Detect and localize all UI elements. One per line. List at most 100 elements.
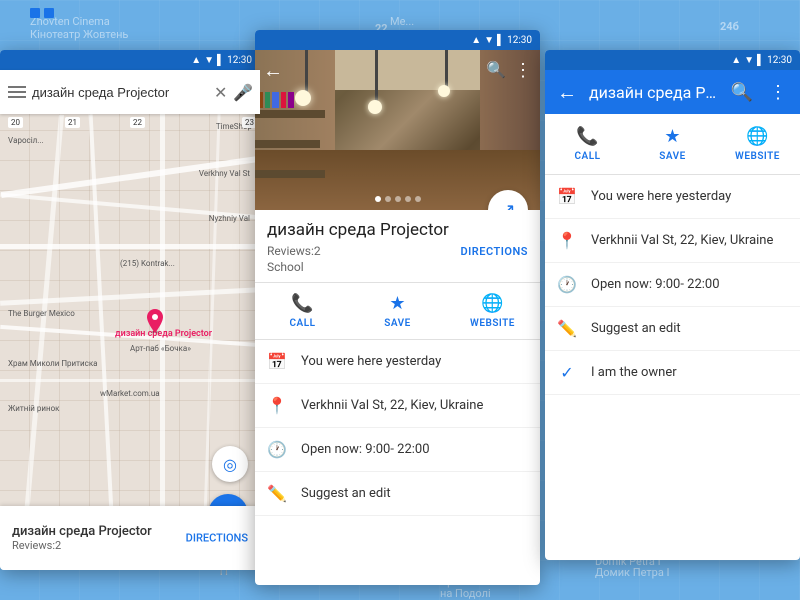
right-detail-panel: ▲ ▼ ▌ 12:30 ← дизайн среда Proj... 🔍 ⋮ 📞…	[545, 50, 800, 560]
phone-icon: 📞	[291, 293, 313, 314]
map-label-market: wMarket.com.ua	[100, 389, 160, 398]
directions-button[interactable]: DIRECTIONS	[460, 245, 528, 258]
time-display: 12:30	[507, 35, 532, 46]
clock-icon: 🕐	[267, 440, 287, 459]
detail-text-edit: Suggest an edit	[301, 486, 391, 501]
clock-icon: 🕐	[557, 275, 577, 294]
map-search-input[interactable]	[32, 76, 208, 108]
place-meta: Reviews:2 DIRECTIONS	[267, 244, 528, 258]
detail-list: 📅 You were here yesterday 📍 Verkhnii Val…	[255, 340, 540, 516]
photo-dot-5	[415, 196, 421, 202]
map-pin[interactable]	[145, 309, 165, 333]
location-icon: ◎	[223, 455, 237, 474]
right-text-edit: Suggest an edit	[591, 321, 681, 336]
clear-icon[interactable]: ✕	[214, 83, 227, 102]
more-icon[interactable]: ⋮	[764, 82, 792, 103]
map-card-directions-btn[interactable]: DIRECTIONS	[186, 532, 248, 545]
edit-icon: ✏️	[267, 484, 287, 503]
right-website-button[interactable]: 🌐 WEBSITE	[715, 122, 800, 166]
place-reviews: Reviews:2	[267, 244, 321, 258]
map-label-artpub: Арт-паб «Бочка»	[130, 344, 191, 353]
map-bottom-card[interactable]: дизайн среда Projector Reviews:2 DIRECTI…	[0, 506, 260, 570]
map-num-22: 22	[130, 117, 145, 128]
detail-text-hours: Open now: 9:00- 22:00	[301, 442, 430, 457]
action-bar: 📞 CALL ★ SAVE 🌐 WEBSITE	[255, 282, 540, 340]
map-label-church: Храм Миколи Притиска	[8, 359, 98, 368]
photo-dot-3	[395, 196, 401, 202]
map-label-kontr: (215) Kontrak...	[120, 259, 175, 268]
signal-icon: ▲	[731, 55, 741, 66]
photo-navigation: ← 🔍 ⋮	[255, 58, 540, 83]
mic-icon[interactable]: 🎤	[233, 83, 253, 102]
share-icon: ↗	[500, 200, 515, 211]
call-button[interactable]: 📞 CALL	[255, 283, 350, 339]
map-panel: ▲ ▼ ▌ 12:30 ✕ 🎤 TimeShop Vаросіл... Verk…	[0, 50, 260, 570]
menu-icon[interactable]	[8, 86, 26, 98]
right-status-bar: ▲ ▼ ▌ 12:30	[545, 50, 800, 70]
detail-panel: ▲ ▼ ▌ 12:30	[255, 30, 540, 585]
time-display: 12:30	[227, 55, 252, 66]
location-pin-icon: 📍	[267, 396, 287, 415]
right-text-owner: I am the owner	[591, 365, 677, 380]
mid-status-bar: ▲ ▼ ▌ 12:30	[255, 30, 540, 50]
signal-icon: ▲	[471, 35, 481, 46]
photo-shelf-1	[255, 110, 325, 118]
place-category: School	[267, 260, 528, 282]
website-label: WEBSITE	[735, 151, 780, 162]
photo-bulb-2	[368, 100, 382, 114]
right-title: дизайн среда Proj...	[589, 83, 720, 102]
save-label: SAVE	[384, 318, 411, 329]
map-label-zytni: Житній ринок	[8, 404, 60, 413]
right-detail-owner[interactable]: ✓ I am the owner	[545, 351, 800, 395]
right-save-button[interactable]: ★ SAVE	[630, 122, 715, 166]
map-num-20: 20	[8, 117, 23, 128]
phone-icon: 📞	[576, 126, 598, 147]
bg-cinema-icon2	[44, 8, 54, 18]
back-icon[interactable]: ←	[553, 80, 581, 105]
check-icon: ✓	[557, 363, 577, 382]
right-call-button[interactable]: 📞 CALL	[545, 122, 630, 166]
detail-text-history: You were here yesterday	[301, 354, 441, 369]
search-icon[interactable]: 🔍	[728, 82, 756, 103]
map-area[interactable]: TimeShop Vаросіл... Verkhny Val St Nyzhn…	[0, 114, 260, 550]
right-detail-edit[interactable]: ✏️ Suggest an edit	[545, 307, 800, 351]
wifi-icon: ▼	[204, 55, 214, 66]
bg-label-domik-ua: Домик Петра I	[595, 566, 670, 579]
more-icon[interactable]: ⋮	[514, 60, 532, 81]
photo-books	[257, 92, 294, 108]
map-label-nyzh: Nyzhniy Val	[209, 214, 250, 223]
map-num-21: 21	[65, 117, 80, 128]
search-icon[interactable]: 🔍	[486, 60, 506, 81]
place-photo: ← 🔍 ⋮ ↗	[255, 50, 540, 210]
star-icon: ★	[664, 126, 680, 147]
signal-icon: ▲	[191, 55, 201, 66]
detail-item-edit[interactable]: ✏️ Suggest an edit	[255, 472, 540, 516]
wifi-icon: ▼	[484, 35, 494, 46]
photo-dots	[375, 196, 421, 202]
right-detail-address[interactable]: 📍 Verkhnii Val St, 22, Kiev, Ukraine	[545, 219, 800, 263]
calendar-icon: 📅	[267, 352, 287, 371]
my-location-button[interactable]: ◎	[212, 446, 248, 482]
detail-item-hours[interactable]: 🕐 Open now: 9:00- 22:00	[255, 428, 540, 472]
pin-icon: 📍	[557, 231, 577, 250]
right-text-history: You were here yesterday	[591, 189, 731, 204]
place-title: дизайн среда Projector	[267, 220, 528, 240]
battery-icon: ▌	[757, 55, 764, 66]
detail-text-address: Verkhnii Val St, 22, Kiev, Ukraine	[301, 398, 483, 413]
bg-cinema-icon	[30, 8, 40, 18]
detail-item-address[interactable]: 📍 Verkhnii Val St, 22, Kiev, Ukraine	[255, 384, 540, 428]
photo-shelf-2	[255, 140, 320, 148]
back-arrow-icon[interactable]: ←	[263, 58, 283, 83]
edit-icon: ✏️	[557, 319, 577, 338]
calendar-icon: 📅	[557, 187, 577, 206]
right-detail-hours[interactable]: 🕐 Open now: 9:00- 22:00	[545, 263, 800, 307]
save-label: SAVE	[659, 151, 686, 162]
right-action-bar: 📞 CALL ★ SAVE 🌐 WEBSITE	[545, 114, 800, 175]
battery-icon: ▌	[497, 35, 504, 46]
star-icon: ★	[389, 293, 405, 314]
photo-bulb-1	[295, 90, 311, 106]
save-button[interactable]: ★ SAVE	[350, 283, 445, 339]
website-button[interactable]: 🌐 WEBSITE	[445, 283, 540, 339]
map-label-verkh: Verkhny Val St	[199, 169, 250, 178]
call-label: CALL	[574, 151, 600, 162]
